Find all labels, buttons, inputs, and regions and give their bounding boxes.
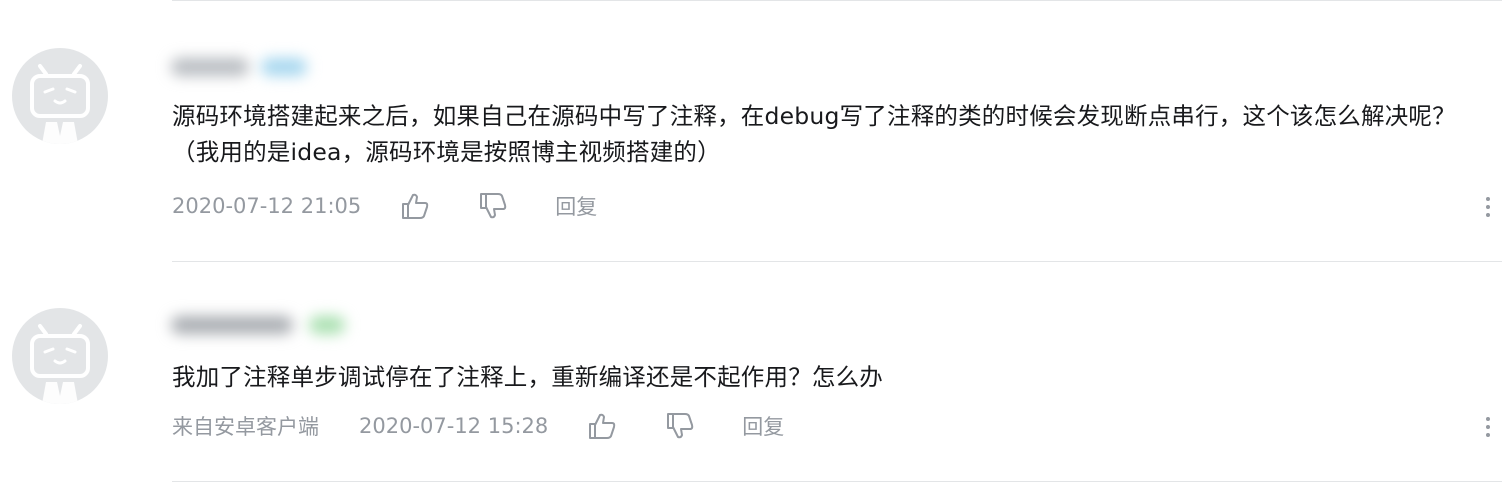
comment-meta: 2020-07-12 21:05 回复 bbox=[172, 191, 597, 221]
more-vertical-icon-dot bbox=[1486, 425, 1490, 429]
comment-time: 2020-07-12 21:05 bbox=[172, 194, 362, 218]
reply-button[interactable]: 回复 bbox=[742, 411, 784, 441]
comment-time: 2020-07-12 15:28 bbox=[359, 414, 549, 438]
comment-content: 我加了注释单步调试停在了注释上，重新编译还是不起作用？怎么办 bbox=[172, 363, 883, 391]
thumbs-up-icon bbox=[402, 193, 429, 219]
more-vertical-icon-dot bbox=[1486, 213, 1490, 217]
more-vertical-icon-dot bbox=[1486, 205, 1490, 209]
thumbs-up-icon bbox=[589, 413, 616, 439]
comment-meta: 来自安卓客户端 2020-07-12 15:28 回复 bbox=[172, 411, 784, 441]
tv-mascot-icon bbox=[30, 64, 90, 144]
more-vertical-icon-dot bbox=[1486, 417, 1490, 421]
tv-mascot-icon bbox=[30, 324, 90, 404]
level-badge-blurred bbox=[261, 58, 307, 76]
comment-source: 来自安卓客户端 bbox=[172, 415, 319, 439]
username-blurred[interactable] bbox=[165, 306, 345, 346]
thumbs-down-icon bbox=[667, 413, 694, 439]
more-options-button[interactable] bbox=[1482, 412, 1494, 442]
more-options-button[interactable] bbox=[1482, 192, 1494, 222]
thumbs-down-icon bbox=[480, 193, 507, 219]
comment-item: 源码环境搭建起来之后，如果自己在源码中写了注释，在debug写了注释的类的时候会… bbox=[0, 0, 1502, 262]
more-vertical-icon-dot bbox=[1486, 433, 1490, 437]
comment-item: 我加了注释单步调试停在了注释上，重新编译还是不起作用？怎么办 来自安卓客户端 2… bbox=[0, 262, 1502, 482]
avatar[interactable] bbox=[12, 48, 108, 144]
reply-button[interactable]: 回复 bbox=[555, 191, 597, 221]
more-vertical-icon-dot bbox=[1486, 197, 1490, 201]
dislike-button[interactable] bbox=[664, 411, 696, 441]
username-text-blurred bbox=[171, 58, 249, 76]
avatar[interactable] bbox=[12, 308, 108, 404]
username-blurred[interactable] bbox=[165, 48, 335, 88]
dislike-button[interactable] bbox=[477, 191, 509, 221]
like-button[interactable] bbox=[586, 411, 618, 441]
like-button[interactable] bbox=[399, 191, 431, 221]
username-text-blurred bbox=[171, 316, 293, 334]
comment-content: 源码环境搭建起来之后，如果自己在源码中写了注释，在debug写了注释的类的时候会… bbox=[172, 102, 1456, 166]
level-badge-blurred bbox=[309, 316, 345, 334]
comment-divider-bottom bbox=[172, 481, 1502, 482]
